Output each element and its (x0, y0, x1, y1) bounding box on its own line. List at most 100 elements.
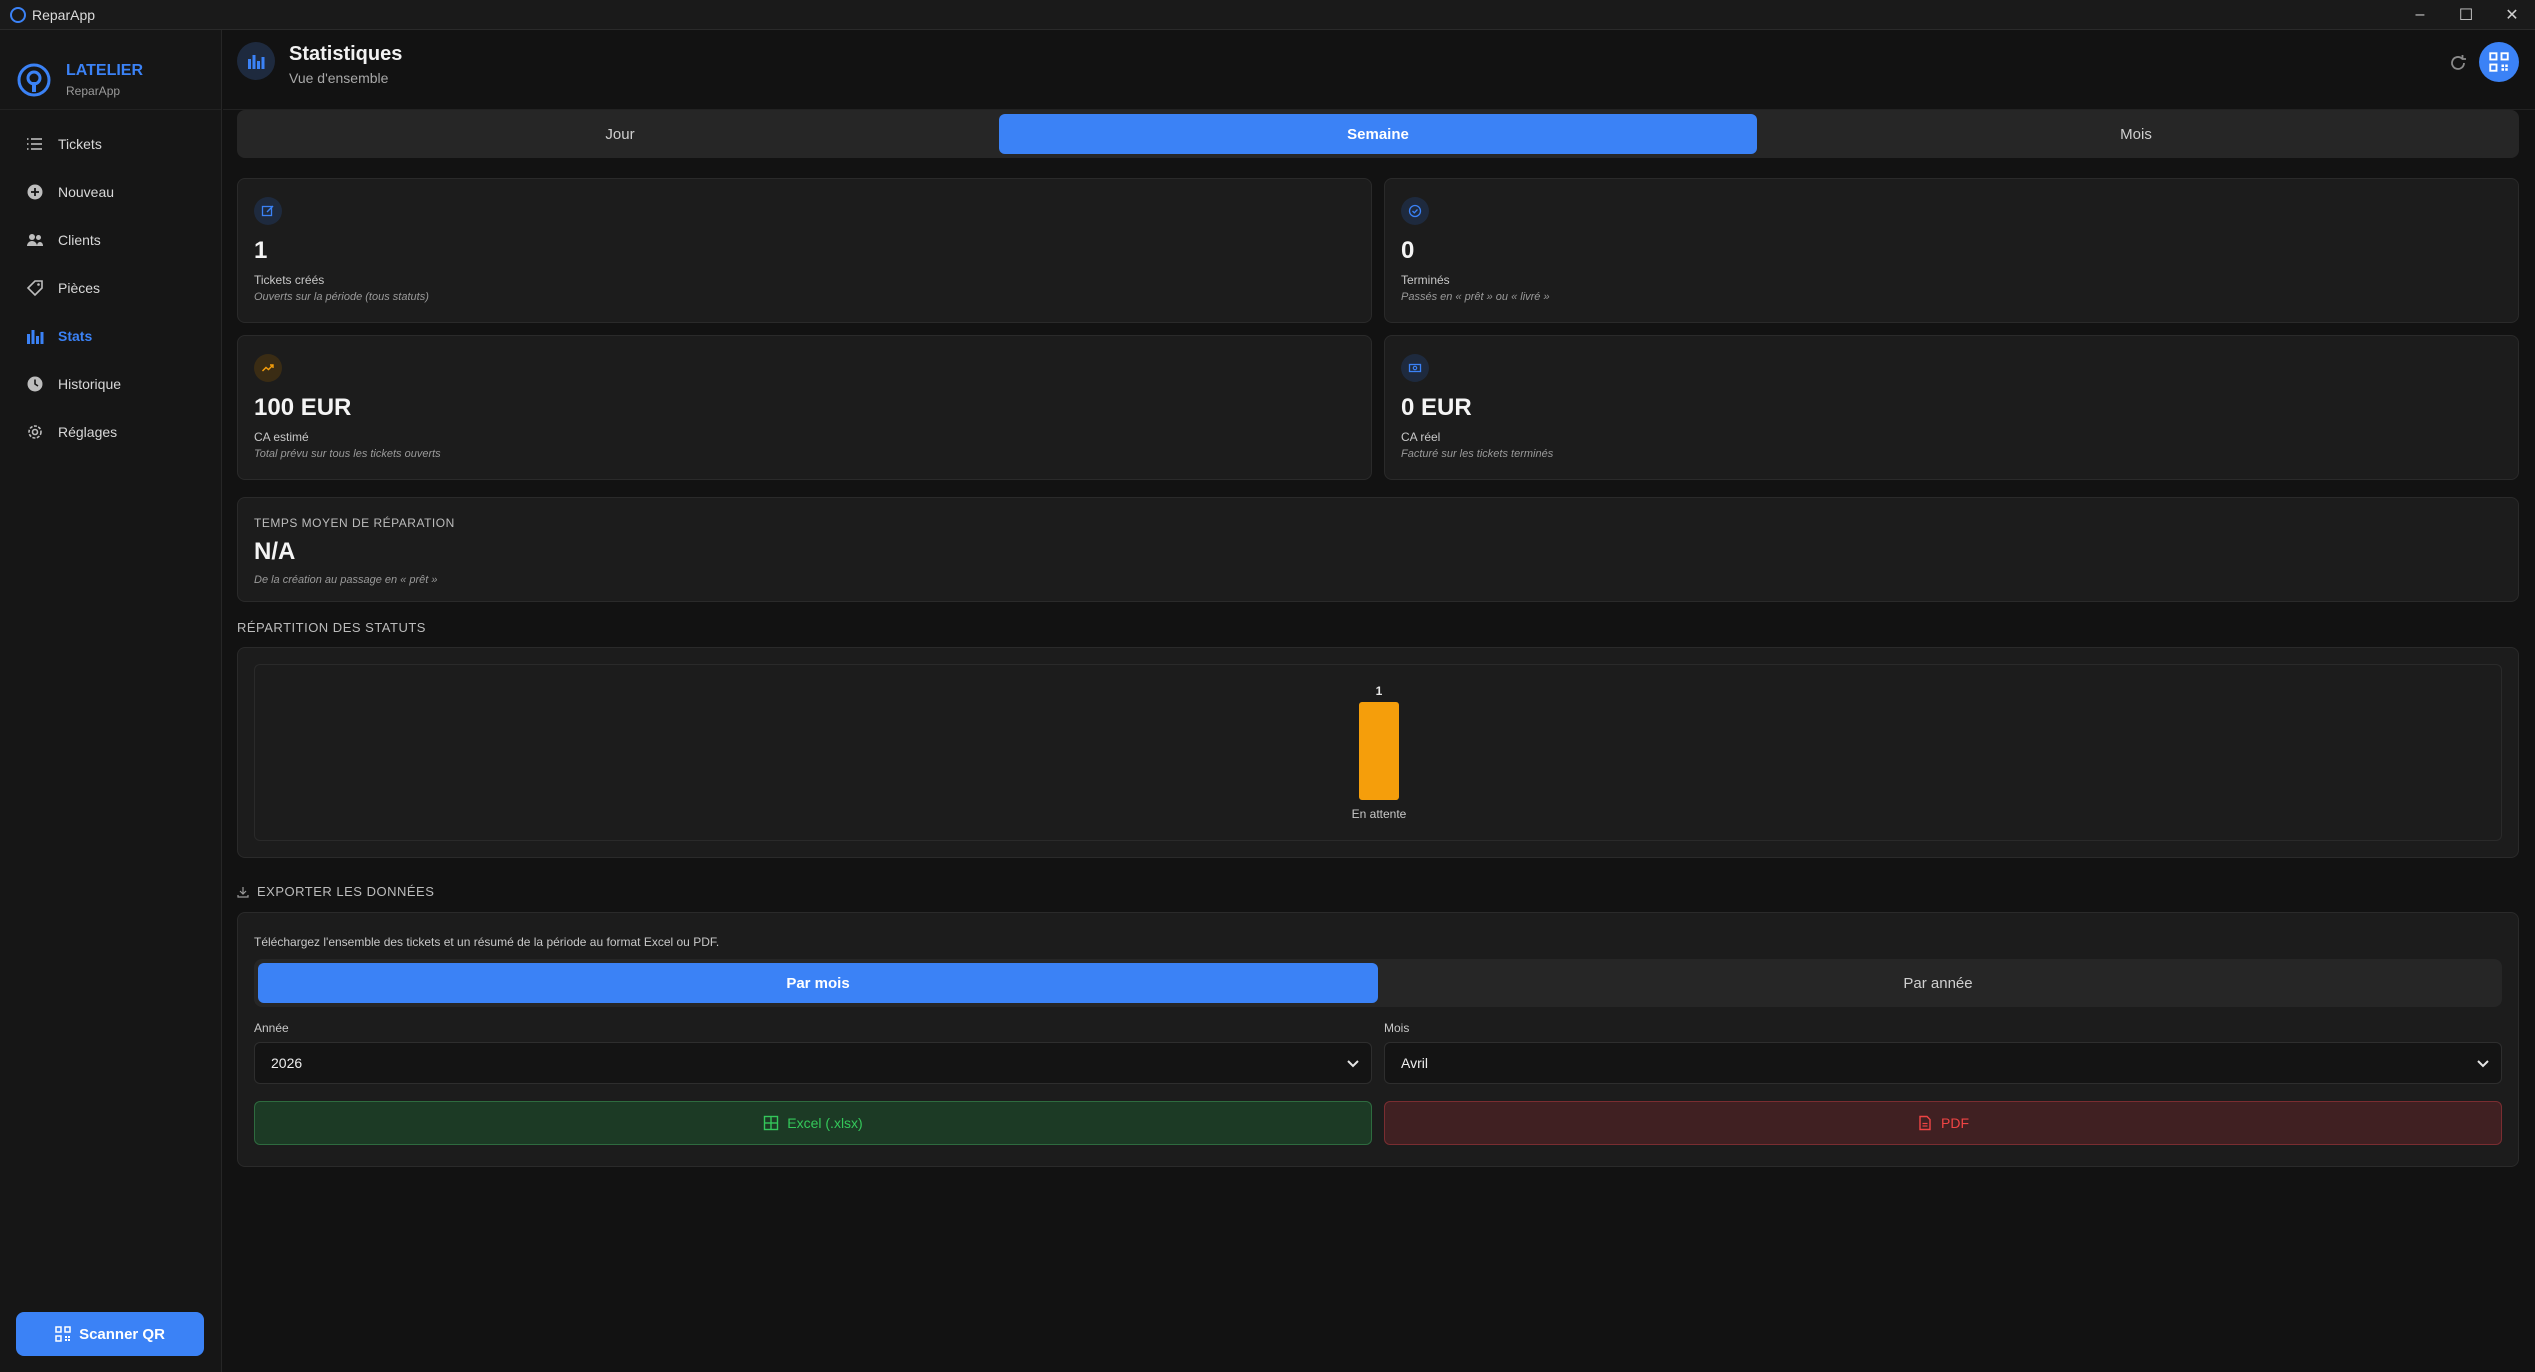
export-excel-label: Excel (.xlsx) (787, 1115, 863, 1131)
chevron-down-icon (2477, 1060, 2489, 1068)
sidebar: LATELIER ReparApp Tickets Nouveau Client… (0, 30, 222, 1372)
kpi-card-termines: 0 Terminés Passés en « prêt » ou « livré… (1384, 178, 2519, 323)
tab-par-mois[interactable]: Par mois (258, 963, 1378, 1003)
kpi-description: Facturé sur les tickets terminés (1401, 448, 1554, 460)
plus-circle-icon (27, 184, 43, 200)
export-description: Téléchargez l'ensemble des tickets et un… (254, 935, 720, 949)
chart-category-label: En attente (1352, 807, 1407, 821)
app-icon (10, 6, 26, 23)
kpi-value: 1 (254, 237, 268, 264)
close-icon[interactable]: ✕ (2489, 0, 2535, 30)
scan-qr-label: Scanner QR (79, 1325, 165, 1343)
trending-up-icon (254, 354, 282, 382)
kpi-value: 0 (1401, 237, 1415, 264)
cash-icon (1401, 354, 1429, 382)
kpi-label: Tickets créés (254, 273, 325, 287)
kpi-card-ca-estime: 100 EUR CA estimé Total prévu sur tous l… (237, 335, 1372, 480)
page-title: Statistiques (289, 43, 403, 65)
sidebar-item-tickets[interactable]: Tickets (0, 120, 221, 168)
month-field-label: Mois (1384, 1021, 1410, 1035)
export-excel-button[interactable]: Excel (.xlsx) (254, 1101, 1372, 1145)
kpi-card-ca-reel: 0 EUR CA réel Facturé sur les tickets te… (1384, 335, 2519, 480)
scan-qr-button[interactable]: Scanner QR (16, 1312, 204, 1356)
download-icon (237, 886, 249, 898)
kpi-value: 0 EUR (1401, 394, 1472, 421)
export-mode-tabs: Par mois Par année (254, 959, 2502, 1007)
main-content: Statistiques Vue d'ensemble Jour Semaine… (223, 30, 2535, 1372)
sidebar-item-historique[interactable]: Historique (0, 360, 221, 408)
avg-repair-description: De la création au passage en « prêt » (254, 574, 438, 586)
tab-mois[interactable]: Mois (1757, 114, 2515, 154)
users-icon (27, 234, 43, 246)
tab-jour[interactable]: Jour (241, 114, 999, 154)
chart-value-label: 1 (1376, 684, 1383, 698)
stats-header-icon (237, 42, 275, 80)
status-chart-area: 1 En attente (254, 664, 2502, 841)
sidebar-item-label: Historique (58, 376, 122, 392)
avg-repair-value: N/A (254, 538, 296, 565)
export-section-title: EXPORTER LES DONNÉES (257, 884, 435, 899)
sidebar-item-label: Clients (58, 232, 101, 248)
window-title: ReparApp (32, 6, 96, 23)
tab-semaine[interactable]: Semaine (999, 114, 1757, 154)
brand: LATELIER ReparApp (0, 30, 221, 110)
refresh-icon[interactable] (2447, 52, 2469, 74)
sidebar-item-pieces[interactable]: Pièces (0, 264, 221, 312)
month-select-value: Avril (1401, 1055, 1428, 1071)
export-card: Téléchargez l'ensemble des tickets et un… (237, 912, 2519, 1167)
file-pdf-icon (1919, 1115, 1931, 1131)
kpi-description: Total prévu sur tous les tickets ouverts (254, 448, 441, 460)
brand-subtitle: ReparApp (66, 83, 121, 98)
kpi-card-tickets-crees: 1 Tickets créés Ouverts sur la période (… (237, 178, 1372, 323)
window-titlebar: ReparApp – ☐ ✕ (0, 0, 2535, 30)
kpi-label: Terminés (1401, 273, 1450, 287)
qr-code-icon (2489, 52, 2509, 72)
tag-icon (26, 280, 43, 297)
qr-code-icon (55, 1326, 71, 1342)
kpi-value: 100 EUR (254, 394, 352, 421)
kpi-description: Ouverts sur la période (tous statuts) (254, 291, 429, 303)
sidebar-item-label: Tickets (58, 136, 102, 152)
qr-scan-header-button[interactable] (2479, 42, 2519, 82)
kpi-description: Passés en « prêt » ou « livré » (1401, 291, 1550, 303)
kpi-label: CA estimé (254, 430, 309, 444)
gear-icon (28, 425, 42, 439)
maximize-icon[interactable]: ☐ (2443, 0, 2489, 30)
brand-name: LATELIER (66, 61, 144, 79)
year-field-label: Année (254, 1021, 289, 1035)
bar-chart-icon (27, 330, 44, 344)
sidebar-item-label: Pièces (58, 280, 101, 296)
sidebar-item-label: Réglages (58, 424, 118, 440)
sidebar-item-label: Nouveau (58, 184, 115, 200)
status-bar-chart: 1 En attente (1352, 684, 1407, 821)
period-tabs: Jour Semaine Mois (237, 110, 2519, 158)
export-section-title-row: EXPORTER LES DONNÉES (237, 884, 434, 899)
window-controls: – ☐ ✕ (2397, 0, 2535, 30)
page-subtitle: Vue d'ensemble (289, 70, 389, 86)
sidebar-nav: Tickets Nouveau Clients Pièces Stats His… (0, 110, 221, 456)
spreadsheet-icon (764, 1115, 779, 1131)
year-select-value: 2026 (271, 1055, 303, 1071)
minimize-icon[interactable]: – (2397, 0, 2443, 30)
status-section-title: RÉPARTITION DES STATUTS (237, 620, 426, 635)
sidebar-item-clients[interactable]: Clients (0, 216, 221, 264)
page-header: Statistiques Vue d'ensemble (223, 30, 2535, 110)
month-select[interactable]: Avril (1384, 1042, 2502, 1084)
brand-logo-icon (17, 63, 51, 96)
sidebar-item-nouveau[interactable]: Nouveau (0, 168, 221, 216)
chevron-down-icon (1347, 1060, 1359, 1068)
year-select[interactable]: 2026 (254, 1042, 1372, 1084)
avg-repair-card: TEMPS MOYEN DE RÉPARATION N/A De la créa… (237, 497, 2519, 602)
chart-bar (1359, 702, 1399, 800)
clock-icon (27, 376, 43, 392)
list-icon (27, 138, 42, 150)
sidebar-item-stats[interactable]: Stats (0, 312, 221, 360)
export-pdf-label: PDF (1941, 1115, 1969, 1131)
avg-repair-label: TEMPS MOYEN DE RÉPARATION (254, 516, 455, 530)
sidebar-item-reglages[interactable]: Réglages (0, 408, 221, 456)
kpi-label: CA réel (1401, 430, 1441, 444)
sidebar-item-label: Stats (58, 328, 93, 344)
check-circle-icon (1401, 197, 1429, 225)
tab-par-annee[interactable]: Par année (1378, 963, 2498, 1003)
export-pdf-button[interactable]: PDF (1384, 1101, 2502, 1145)
